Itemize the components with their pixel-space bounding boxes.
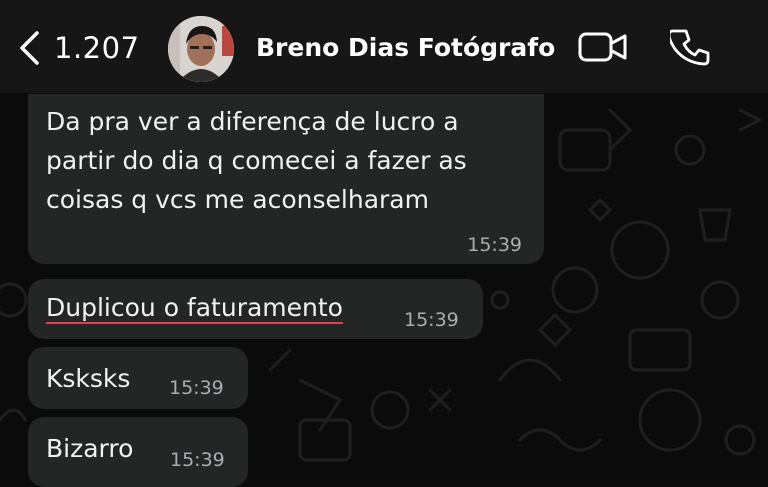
phone-icon[interactable]	[670, 28, 710, 68]
message-text: Duplicou o faturamento	[46, 293, 343, 322]
unread-count: 1.207	[54, 31, 140, 65]
message-bubble[interactable]: Da pra ver a diferença de lucro a partir…	[28, 94, 544, 264]
message-time: 15:39	[169, 377, 224, 399]
contact-name[interactable]: Breno Dias Fotógrafo	[256, 33, 555, 62]
message-text: Bizarro	[46, 434, 134, 463]
avatar[interactable]	[168, 16, 234, 82]
message-text: Da pra ver a diferença de lucro a partir…	[46, 107, 467, 214]
avatar-photo	[168, 16, 234, 82]
message-text: Ksksks	[46, 364, 131, 393]
message-time: 15:39	[467, 234, 522, 256]
message-bubble[interactable]: Ksksks 15:39	[28, 347, 248, 409]
message-time: 15:39	[170, 449, 225, 471]
chevron-left-icon	[20, 31, 39, 65]
chat-header: 1.207 Breno Dias Fotógrafo	[0, 0, 768, 93]
back-button[interactable]: 1.207	[18, 30, 140, 66]
message-bubble[interactable]: Duplicou o faturamento 15:39	[28, 279, 483, 339]
message-bubble[interactable]: Bizarro 15:39	[28, 417, 248, 487]
video-call-icon[interactable]	[578, 31, 628, 63]
message-time: 15:39	[404, 309, 459, 331]
